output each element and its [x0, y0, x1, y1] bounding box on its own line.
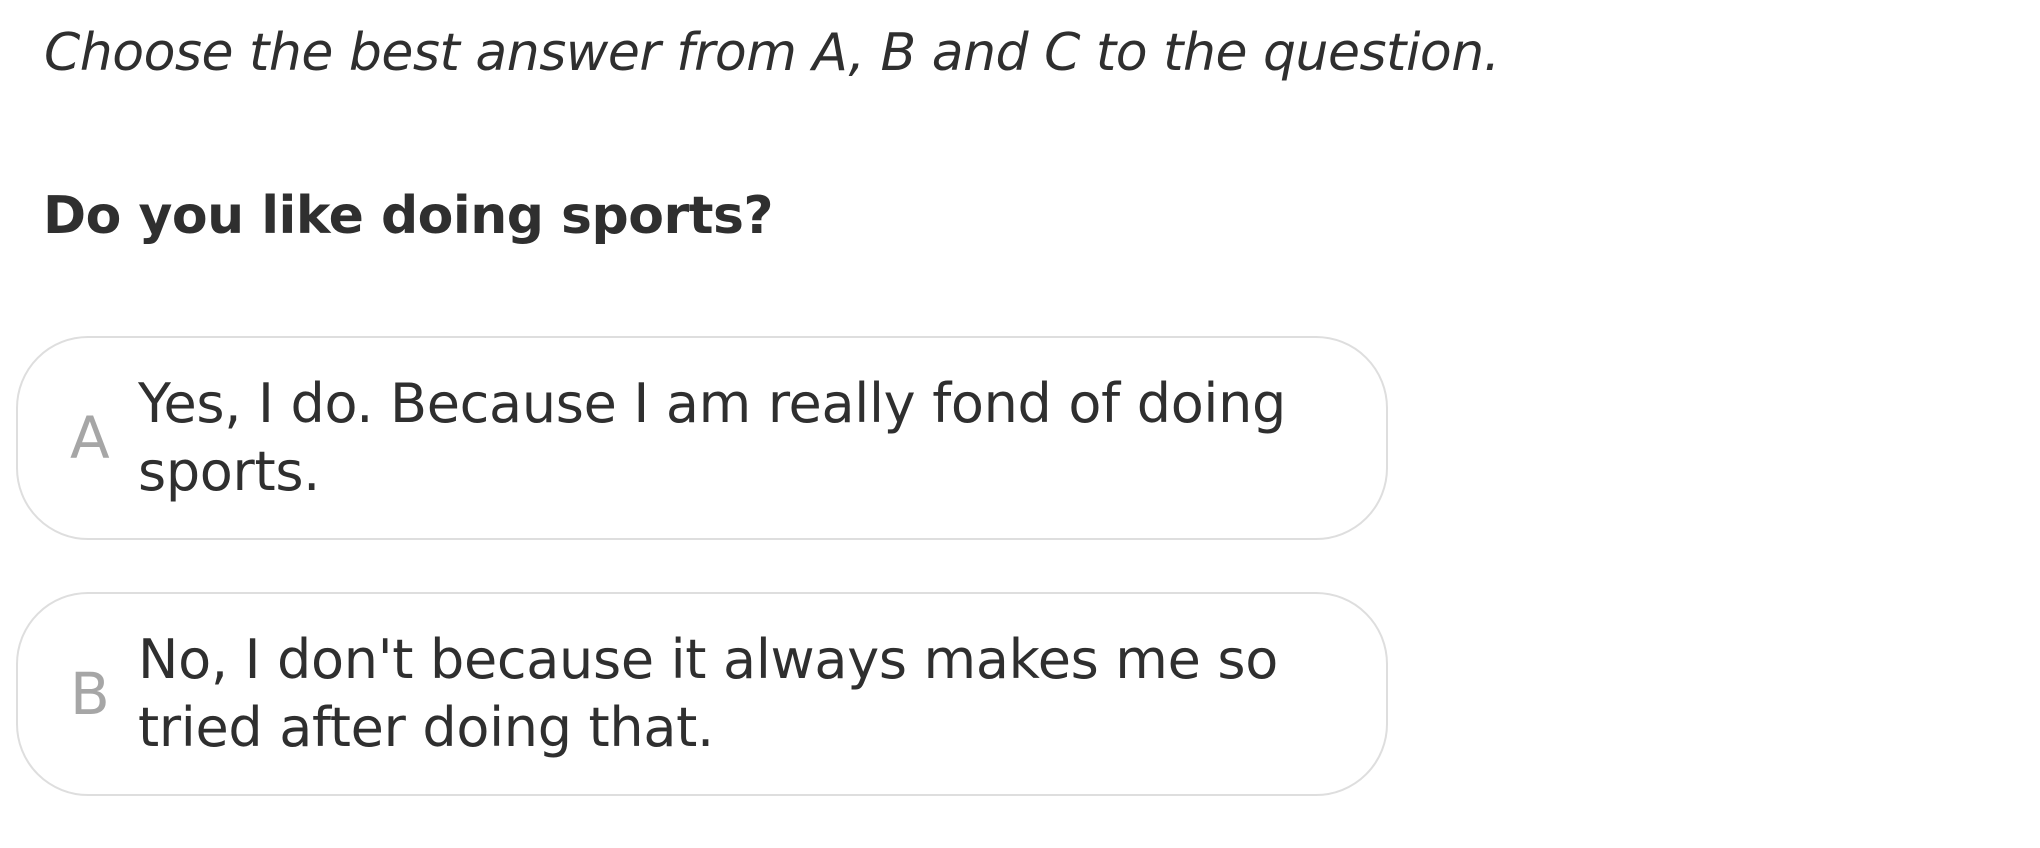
- option-text: No, I don't because it always makes me s…: [138, 628, 1278, 759]
- option-letter: A: [70, 404, 110, 472]
- option-text: Yes, I do. Because I am really fond of d…: [138, 372, 1287, 503]
- option-a-button[interactable]: A Yes, I do. Because I am really fond of…: [16, 336, 1388, 540]
- answer-options: A Yes, I do. Because I am really fond of…: [16, 336, 1388, 848]
- option-b-button[interactable]: B No, I don't because it always makes me…: [16, 592, 1388, 796]
- question-text: Do you like doing sports?: [43, 186, 774, 246]
- option-letter: B: [70, 660, 110, 728]
- instruction-text: Choose the best answer from A, B and C t…: [44, 23, 1500, 83]
